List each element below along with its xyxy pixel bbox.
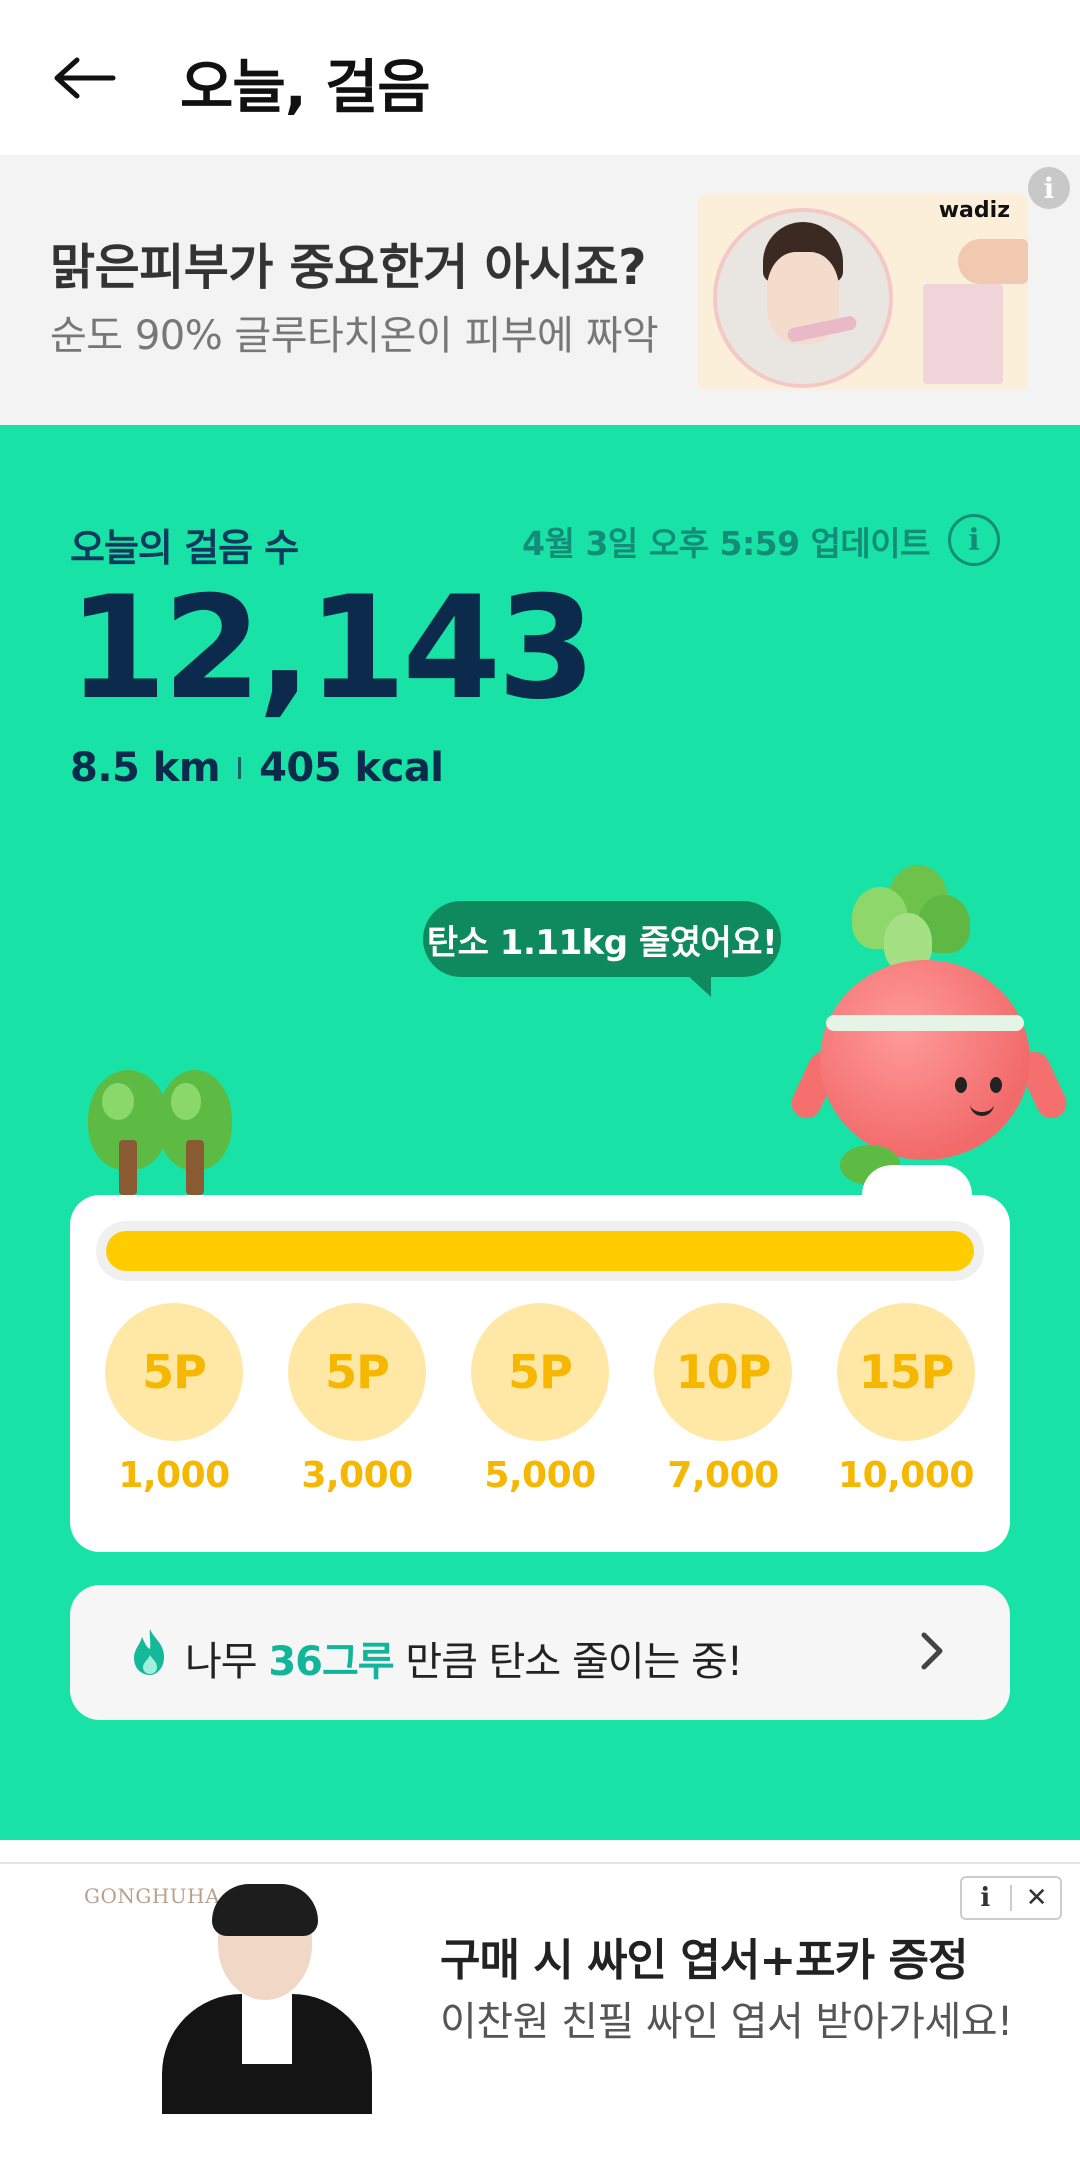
ad-model-photo xyxy=(162,1884,372,2114)
carbon-reduction-row[interactable]: 나무 36그루 만큼 탄소 줄이는 중! xyxy=(70,1585,1010,1720)
bubble-tail xyxy=(685,973,711,997)
reward-steps: 10,000 xyxy=(838,1455,974,1496)
steps-panel: 오늘의 걸음 수 4월 3일 오후 5:59 업데이트 i 12,143 8.5… xyxy=(0,425,1080,1840)
reward-steps: 1,000 xyxy=(118,1455,230,1496)
ad-product-box xyxy=(923,284,1003,384)
close-icon[interactable]: ✕ xyxy=(1015,1880,1059,1916)
reward-steps: 5,000 xyxy=(484,1455,596,1496)
arrow-left-icon xyxy=(54,57,116,99)
app-header: 오늘, 걸음 xyxy=(0,0,1080,155)
divider xyxy=(1009,1885,1012,1911)
reward-points: 5P xyxy=(471,1303,609,1441)
carbon-bubble: 탄소 1.11kg 줄였어요! xyxy=(423,901,781,977)
ad-model-photo xyxy=(713,208,893,388)
step-progress-bar xyxy=(96,1221,984,1281)
chevron-right-icon xyxy=(921,1632,943,1670)
reward-card: 5P 1,000 5P 3,000 5P 5,000 10P 7,000 15P… xyxy=(70,1195,1010,1552)
reward-item[interactable]: 10P 7,000 xyxy=(653,1303,793,1496)
ad-image: wadiz xyxy=(698,194,1028,390)
ad-banner-bottom[interactable]: GONGHUHA 구매 시 싸인 엽서+포카 증정 이찬원 친필 싸인 엽서 받… xyxy=(0,1862,1080,2166)
distance-value: 8.5 km xyxy=(70,745,221,791)
ad-info-icon[interactable]: i xyxy=(963,1880,1007,1916)
reward-points: 10P xyxy=(654,1303,792,1441)
carbon-suffix: 만큼 탄소 줄이는 중! xyxy=(405,1639,743,1685)
reward-item[interactable]: 15P 10,000 xyxy=(836,1303,976,1496)
reward-item[interactable]: 5P 5,000 xyxy=(470,1303,610,1496)
reward-points: 15P xyxy=(837,1303,975,1441)
reward-item[interactable]: 5P 1,000 xyxy=(104,1303,244,1496)
ad-info-icon[interactable]: i xyxy=(1028,167,1070,209)
tree-illustration xyxy=(88,1070,168,1195)
update-time: 4월 3일 오후 5:59 업데이트 xyxy=(522,524,930,563)
ad-subtitle: 순도 90% 글루타치온이 피부에 짜악 xyxy=(50,313,659,359)
reward-points: 5P xyxy=(288,1303,426,1441)
ad-banner-top[interactable]: 맑은피부가 중요한거 아시죠? 순도 90% 글루타치온이 피부에 짜악 wad… xyxy=(0,155,1080,425)
reward-steps: 7,000 xyxy=(667,1455,779,1496)
back-button[interactable] xyxy=(50,48,120,108)
step-count: 12,143 xyxy=(68,566,596,731)
distance-calories: 8.5 km 405 kcal xyxy=(70,745,444,791)
divider xyxy=(238,757,242,779)
fire-icon xyxy=(134,1629,164,1675)
page-title: 오늘, 걸음 xyxy=(180,53,431,121)
ad-subtitle: 이찬원 친필 싸인 엽서 받아가세요! xyxy=(440,1999,1013,2045)
carbon-prefix: 나무 xyxy=(185,1639,258,1685)
tree-count: 36그루 xyxy=(268,1639,394,1685)
steps-label: 오늘의 걸음 수 xyxy=(70,526,299,570)
calories-value: 405 kcal xyxy=(259,745,444,791)
ad-title: 맑은피부가 중요한거 아시죠? xyxy=(50,239,647,296)
tree-illustration xyxy=(158,1070,232,1195)
info-icon[interactable]: i xyxy=(948,514,1000,566)
reward-item[interactable]: 5P 3,000 xyxy=(287,1303,427,1496)
ad-hand-graphic xyxy=(958,239,1028,284)
reward-steps: 3,000 xyxy=(301,1455,413,1496)
ad-brand: wadiz xyxy=(938,198,1010,223)
ad-title: 구매 시 싸인 엽서+포카 증정 xyxy=(440,1935,968,1986)
mascot-character xyxy=(786,865,1072,1226)
ad-controls: i ✕ xyxy=(960,1876,1062,1920)
reward-points: 5P xyxy=(105,1303,243,1441)
carbon-text: 나무 36그루 만큼 탄소 줄이는 중! xyxy=(185,1629,743,1687)
step-progress-fill xyxy=(106,1231,974,1271)
